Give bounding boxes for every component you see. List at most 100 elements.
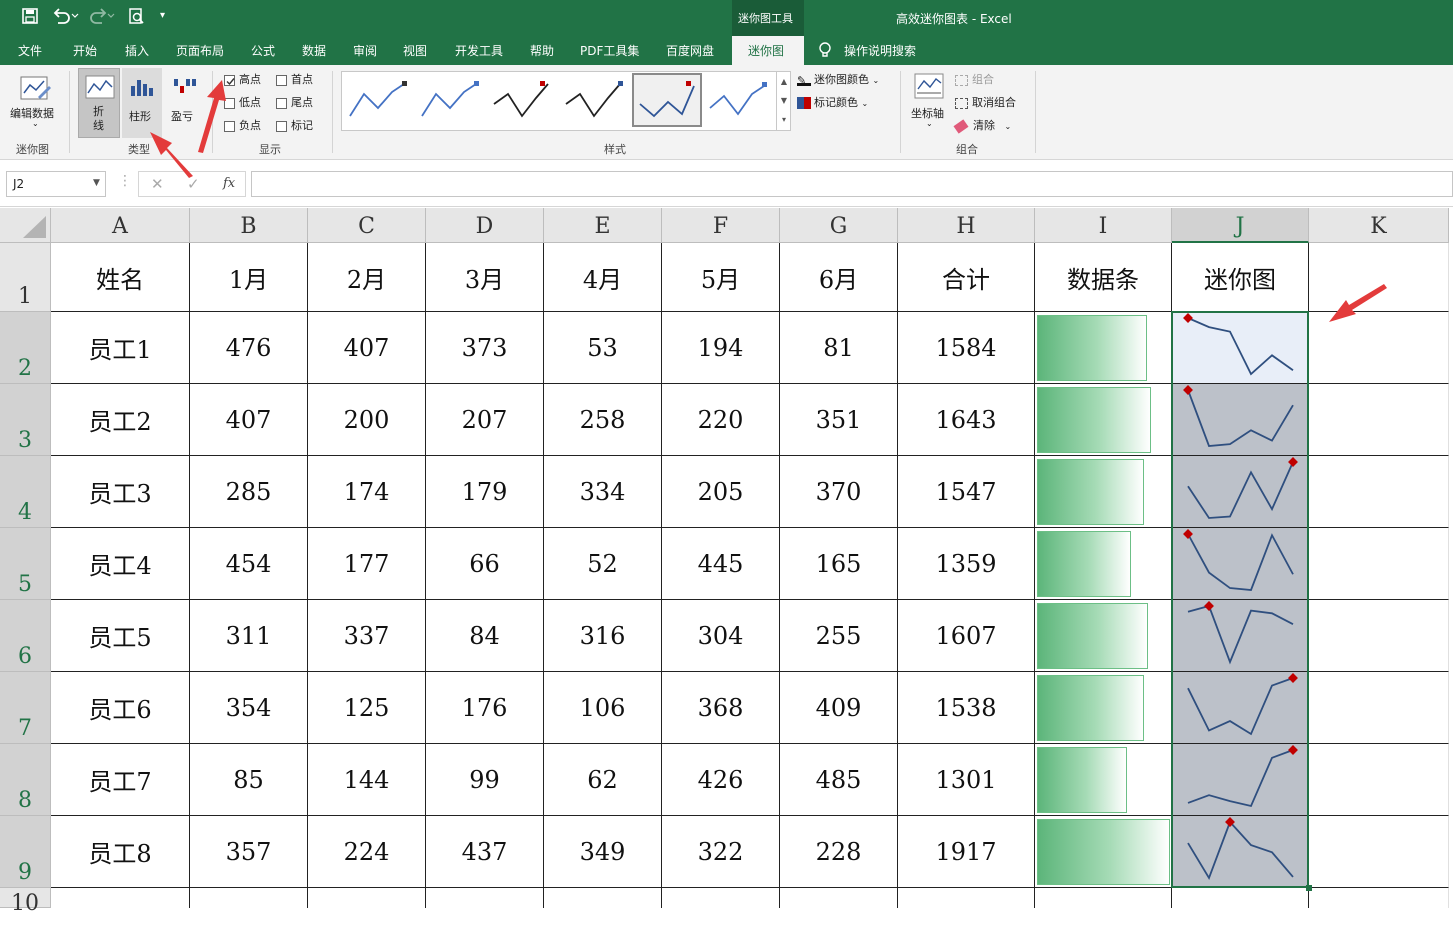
- tab-developer[interactable]: 开发工具: [455, 42, 503, 59]
- gallery-down-icon[interactable]: ▼: [777, 91, 791, 110]
- fill-handle[interactable]: [1306, 885, 1312, 891]
- tab-pdf-tools[interactable]: PDF工具集: [580, 42, 639, 59]
- header-cell-D[interactable]: 3月: [426, 243, 544, 312]
- column-header-C[interactable]: C: [308, 208, 426, 243]
- name-box[interactable]: J2 ▼: [6, 171, 106, 197]
- value-cell[interactable]: 62: [544, 744, 662, 816]
- redo-icon[interactable]: [88, 7, 116, 29]
- row-header-5[interactable]: 5: [0, 528, 51, 600]
- empty-cell[interactable]: [1172, 888, 1309, 908]
- tab-file[interactable]: 文件: [18, 42, 42, 59]
- header-cell-F[interactable]: 5月: [662, 243, 780, 312]
- column-header-I[interactable]: I: [1035, 208, 1172, 243]
- value-cell[interactable]: 373: [426, 312, 544, 384]
- header-cell-B[interactable]: 1月: [190, 243, 308, 312]
- column-header-B[interactable]: B: [190, 208, 308, 243]
- name-cell[interactable]: 员工3: [51, 456, 190, 528]
- value-cell[interactable]: 285: [190, 456, 308, 528]
- name-cell[interactable]: 员工2: [51, 384, 190, 456]
- value-cell[interactable]: 258: [544, 384, 662, 456]
- empty-cell[interactable]: [1309, 384, 1449, 456]
- tab-insert[interactable]: 插入: [125, 42, 149, 59]
- header-cell-G[interactable]: 6月: [780, 243, 898, 312]
- name-cell[interactable]: 员工1: [51, 312, 190, 384]
- value-cell[interactable]: 84: [426, 600, 544, 672]
- name-cell[interactable]: 员工5: [51, 600, 190, 672]
- value-cell[interactable]: 426: [662, 744, 780, 816]
- value-cell[interactable]: 370: [780, 456, 898, 528]
- row-header-6[interactable]: 6: [0, 600, 51, 672]
- total-cell[interactable]: 1917: [898, 816, 1035, 888]
- empty-cell[interactable]: [1309, 744, 1449, 816]
- value-cell[interactable]: 407: [190, 384, 308, 456]
- header-cell-J[interactable]: 迷你图: [1172, 243, 1309, 312]
- header-cell-E[interactable]: 4月: [544, 243, 662, 312]
- databar-cell[interactable]: [1035, 456, 1172, 528]
- total-cell[interactable]: 1301: [898, 744, 1035, 816]
- value-cell[interactable]: 368: [662, 672, 780, 744]
- value-cell[interactable]: 228: [780, 816, 898, 888]
- databar-cell[interactable]: [1035, 600, 1172, 672]
- style-option-6[interactable]: [706, 78, 770, 124]
- style-option-1[interactable]: [346, 78, 410, 124]
- insert-function-icon[interactable]: fx: [223, 176, 235, 191]
- style-option-5-selected[interactable]: [632, 73, 702, 127]
- show-last-point-checkbox[interactable]: 尾点: [276, 94, 313, 110]
- row-header-8[interactable]: 8: [0, 744, 51, 816]
- show-low-point-checkbox[interactable]: 低点: [224, 94, 261, 110]
- header-cell-A[interactable]: 姓名: [51, 243, 190, 312]
- value-cell[interactable]: 485: [780, 744, 898, 816]
- total-cell[interactable]: 1547: [898, 456, 1035, 528]
- name-cell[interactable]: 员工4: [51, 528, 190, 600]
- value-cell[interactable]: 322: [662, 816, 780, 888]
- cell-K1[interactable]: [1309, 243, 1449, 312]
- value-cell[interactable]: 207: [426, 384, 544, 456]
- empty-cell[interactable]: [544, 888, 662, 908]
- empty-cell[interactable]: [1309, 816, 1449, 888]
- value-cell[interactable]: 255: [780, 600, 898, 672]
- value-cell[interactable]: 224: [308, 816, 426, 888]
- row-header-7[interactable]: 7: [0, 672, 51, 744]
- value-cell[interactable]: 177: [308, 528, 426, 600]
- row-header-1[interactable]: 1: [0, 243, 51, 312]
- value-cell[interactable]: 304: [662, 600, 780, 672]
- column-header-G[interactable]: G: [780, 208, 898, 243]
- tab-data[interactable]: 数据: [302, 42, 326, 59]
- formula-input[interactable]: [251, 171, 1453, 197]
- column-header-A[interactable]: A: [51, 208, 190, 243]
- total-cell[interactable]: 1359: [898, 528, 1035, 600]
- empty-cell[interactable]: [1309, 600, 1449, 672]
- header-cell-H[interactable]: 合计: [898, 243, 1035, 312]
- empty-cell[interactable]: [1309, 888, 1449, 908]
- marker-color-button[interactable]: 标记颜色 ⌄: [797, 94, 868, 110]
- empty-cell[interactable]: [1309, 312, 1449, 384]
- type-winloss-button[interactable]: 盈亏: [166, 68, 204, 138]
- value-cell[interactable]: 52: [544, 528, 662, 600]
- row-header-2[interactable]: 2: [0, 312, 51, 384]
- value-cell[interactable]: 85: [190, 744, 308, 816]
- empty-cell[interactable]: [308, 888, 426, 908]
- databar-cell[interactable]: [1035, 384, 1172, 456]
- tab-baidu-netdisk[interactable]: 百度网盘: [666, 42, 714, 59]
- empty-cell[interactable]: [1309, 528, 1449, 600]
- databar-cell[interactable]: [1035, 816, 1172, 888]
- value-cell[interactable]: 81: [780, 312, 898, 384]
- empty-cell[interactable]: [51, 888, 190, 908]
- sparkline-color-button[interactable]: ✎ 迷你图颜色 ⌄: [797, 71, 879, 87]
- tab-page-layout[interactable]: 页面布局: [176, 42, 224, 59]
- axis-button[interactable]: 坐标轴 ⌄: [908, 71, 950, 135]
- clear-button[interactable]: 清除 ⌄: [953, 117, 1011, 134]
- row-header-3[interactable]: 3: [0, 384, 51, 456]
- column-header-D[interactable]: D: [426, 208, 544, 243]
- header-cell-I[interactable]: 数据条: [1035, 243, 1172, 312]
- style-option-4[interactable]: [562, 78, 626, 124]
- value-cell[interactable]: 311: [190, 600, 308, 672]
- tab-help[interactable]: 帮助: [530, 42, 554, 59]
- value-cell[interactable]: 354: [190, 672, 308, 744]
- tell-me-search[interactable]: 操作说明搜索: [844, 42, 916, 59]
- style-option-3[interactable]: [490, 78, 554, 124]
- enter-icon[interactable]: ✓: [187, 175, 200, 193]
- value-cell[interactable]: 200: [308, 384, 426, 456]
- value-cell[interactable]: 445: [662, 528, 780, 600]
- value-cell[interactable]: 205: [662, 456, 780, 528]
